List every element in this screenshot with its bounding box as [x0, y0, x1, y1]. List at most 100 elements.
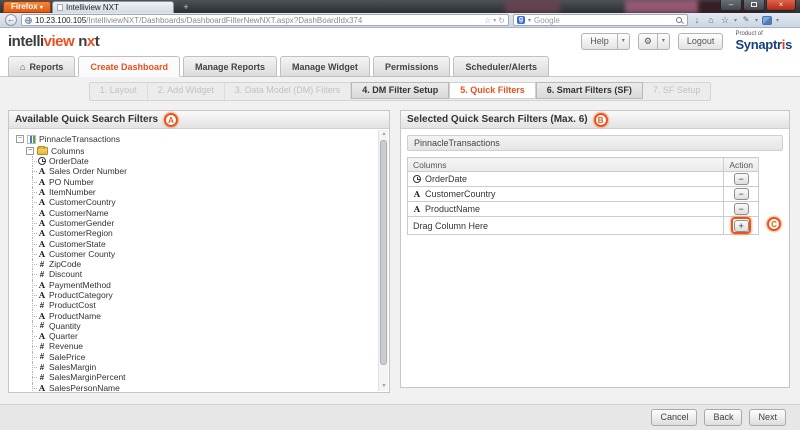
browser-tab[interactable]: Intelliview NXT — [52, 1, 174, 13]
add-filter-button[interactable]: + — [733, 219, 749, 232]
scroll-up-icon[interactable]: ▲ — [379, 130, 389, 139]
tree-item-salespersonname[interactable]: A SalesPersonName — [16, 382, 378, 392]
tab-groups-dropdown-icon[interactable]: ▾ — [776, 17, 779, 24]
back-button[interactable]: ← — [5, 14, 17, 26]
remove-filter-button[interactable]: − — [733, 203, 749, 215]
tab-scheduler-alerts[interactable]: Scheduler/Alerts — [453, 56, 549, 77]
url-text[interactable]: 10.23.100.105/IntelliviewNXT/Dashboards/… — [35, 16, 481, 25]
tree-item-productcost[interactable]: # ProductCost — [16, 300, 378, 311]
dataset-bar[interactable]: PinnacleTransactions — [407, 135, 783, 151]
search-icon[interactable] — [675, 16, 684, 25]
remove-filter-button[interactable]: − — [733, 188, 749, 200]
search-bar[interactable]: g ▾ Google — [513, 14, 688, 26]
tab-label: Create Dashboard — [90, 61, 168, 72]
reload-icon[interactable]: ↻ — [498, 16, 505, 25]
tree-item-label: ZipCode — [49, 259, 82, 270]
text-type-icon: A — [38, 310, 46, 321]
home-icon[interactable]: ⌂ — [706, 14, 716, 26]
number-type-icon: # — [39, 372, 45, 382]
collapse-icon[interactable]: − — [16, 135, 24, 143]
tree-item-quarter[interactable]: A Quarter — [16, 331, 378, 342]
site-identity-icon[interactable] — [25, 16, 32, 24]
tree-scrollbar[interactable]: ▲ ▼ — [378, 130, 388, 391]
search-engine-dropdown-icon[interactable]: ▾ — [528, 17, 531, 24]
tree-item-label: ProductName — [49, 310, 101, 321]
text-type-icon: A — [38, 197, 46, 208]
number-type-icon: # — [39, 352, 45, 362]
scrollbar-thumb[interactable] — [380, 140, 387, 365]
step-6-smart-filters-sf[interactable]: 6. Smart Filters (SF) — [535, 82, 643, 99]
cancel-button[interactable]: Cancel — [651, 409, 698, 426]
collapse-icon[interactable]: − — [26, 146, 34, 155]
tree-item-customerregion[interactable]: A CustomerRegion — [16, 228, 378, 239]
search-input[interactable]: Google — [534, 16, 672, 25]
drag-column-target[interactable]: Drag Column Here — [406, 216, 725, 235]
tree-item-sales-order-number[interactable]: A Sales Order Number — [16, 166, 378, 177]
tab-manage-reports[interactable]: Manage Reports — [182, 56, 277, 77]
remove-filter-button[interactable]: − — [733, 173, 749, 185]
back-button[interactable]: Back — [704, 409, 743, 426]
tab-bar: ⌂ Reports Create Dashboard Manage Reports Ma… — [8, 56, 549, 77]
tree-item-quantity[interactable]: # Quantity — [16, 320, 378, 332]
tree-item-saleprice[interactable]: # SalePrice — [16, 351, 378, 363]
tree-item-label: CustomerGender — [49, 217, 115, 228]
tree-item-productcategory[interactable]: A ProductCategory — [16, 289, 378, 301]
tree-item-customer-county[interactable]: A Customer County — [16, 248, 378, 260]
tree-item-label: SalesPersonName — [49, 382, 120, 392]
scroll-down-icon[interactable]: ▼ — [379, 382, 389, 391]
tree-item-itemnumber[interactable]: A ItemNumber — [16, 186, 378, 198]
text-type-icon: A — [38, 166, 46, 177]
search-engine-icon[interactable]: g — [517, 16, 525, 24]
tree-item-orderdate[interactable]: OrderDate — [16, 156, 378, 167]
close-button[interactable]: × — [766, 0, 796, 11]
maximize-button[interactable] — [743, 0, 765, 11]
app-header: intelliview nxt Help ▾ ⚙ ▾ Logout Product… — [0, 28, 800, 55]
page-favicon — [57, 4, 63, 11]
feeds-icon[interactable]: ✎ — [741, 14, 751, 26]
help-button[interactable]: Help — [581, 33, 618, 50]
downloads-icon[interactable]: ↓ — [692, 14, 702, 26]
tree-item-revenue[interactable]: # Revenue — [16, 341, 378, 352]
tree-item-customerstate[interactable]: A CustomerState — [16, 238, 378, 249]
tab-manage-widget[interactable]: Manage Widget — [280, 56, 370, 77]
tree-item-customergender[interactable]: A CustomerGender — [16, 217, 378, 229]
bookmark-star-icon[interactable]: ☆ — [484, 16, 491, 25]
step-4-dm-filter-setup[interactable]: 4. DM Filter Setup — [351, 82, 450, 99]
tree-root-pinnacletransactions[interactable]: − PinnacleTransactions — [16, 133, 378, 145]
tree-item-discount[interactable]: # Discount — [16, 269, 378, 280]
number-type-icon: # — [39, 362, 45, 372]
gear-icon[interactable]: ⚙ — [637, 33, 658, 50]
bookmarks-dropdown-icon[interactable]: ▾ — [734, 17, 737, 24]
tree-item-salesmargin[interactable]: # SalesMargin — [16, 361, 378, 373]
tab-groups-icon[interactable] — [762, 15, 773, 25]
step-5-quick-filters[interactable]: 5. Quick Filters — [449, 82, 536, 99]
help-dropdown-button[interactable]: ▾ — [617, 33, 630, 50]
next-button[interactable]: Next — [749, 409, 786, 426]
wizard-steps: 1. Layout 2. Add Widget 3. Data Model (DM)… — [0, 82, 800, 101]
tree-item-productname[interactable]: A ProductName — [16, 310, 378, 322]
tree-item-customercountry[interactable]: A CustomerCountry — [16, 197, 378, 208]
tree-folder-label: Columns — [51, 145, 85, 156]
tree-item-po-number[interactable]: A PO Number — [16, 176, 378, 188]
settings-dropdown-button[interactable]: ▾ — [657, 33, 670, 50]
tree-item-customername[interactable]: A CustomerName — [16, 207, 378, 219]
tree-folder-columns[interactable]: − Columns — [16, 145, 378, 156]
feeds-dropdown-icon[interactable]: ▾ — [755, 17, 758, 24]
tab-reports[interactable]: ⌂ Reports — [8, 56, 76, 77]
columns-tree: − PinnacleTransactions − Columns OrderDate A S… — [9, 129, 378, 392]
logout-button[interactable]: Logout — [677, 33, 724, 50]
tree-item-salesmarginpercent[interactable]: # SalesMarginPercent — [16, 372, 378, 383]
drag-column-row: Drag Column Here + C — [406, 216, 781, 235]
selected-filter-name: OrderDate — [406, 171, 725, 187]
firefox-menu-button[interactable]: Firefox ▾ — [3, 1, 51, 13]
text-type-icon: A — [38, 248, 46, 259]
tab-create-dashboard[interactable]: Create Dashboard — [78, 56, 180, 77]
tab-permissions[interactable]: Permissions — [372, 56, 451, 77]
new-tab-button[interactable]: + — [178, 3, 194, 12]
url-bar[interactable]: 10.23.100.105/IntelliviewNXT/Dashboards/… — [21, 14, 509, 26]
minimize-button[interactable]: – — [720, 0, 742, 11]
bookmarks-icon[interactable]: ☆ — [720, 14, 730, 26]
tree-item-paymentmethod[interactable]: A PaymentMethod — [16, 279, 378, 291]
url-dropdown-icon[interactable]: ▾ — [493, 17, 496, 24]
tree-item-zipcode[interactable]: # ZipCode — [16, 258, 378, 270]
